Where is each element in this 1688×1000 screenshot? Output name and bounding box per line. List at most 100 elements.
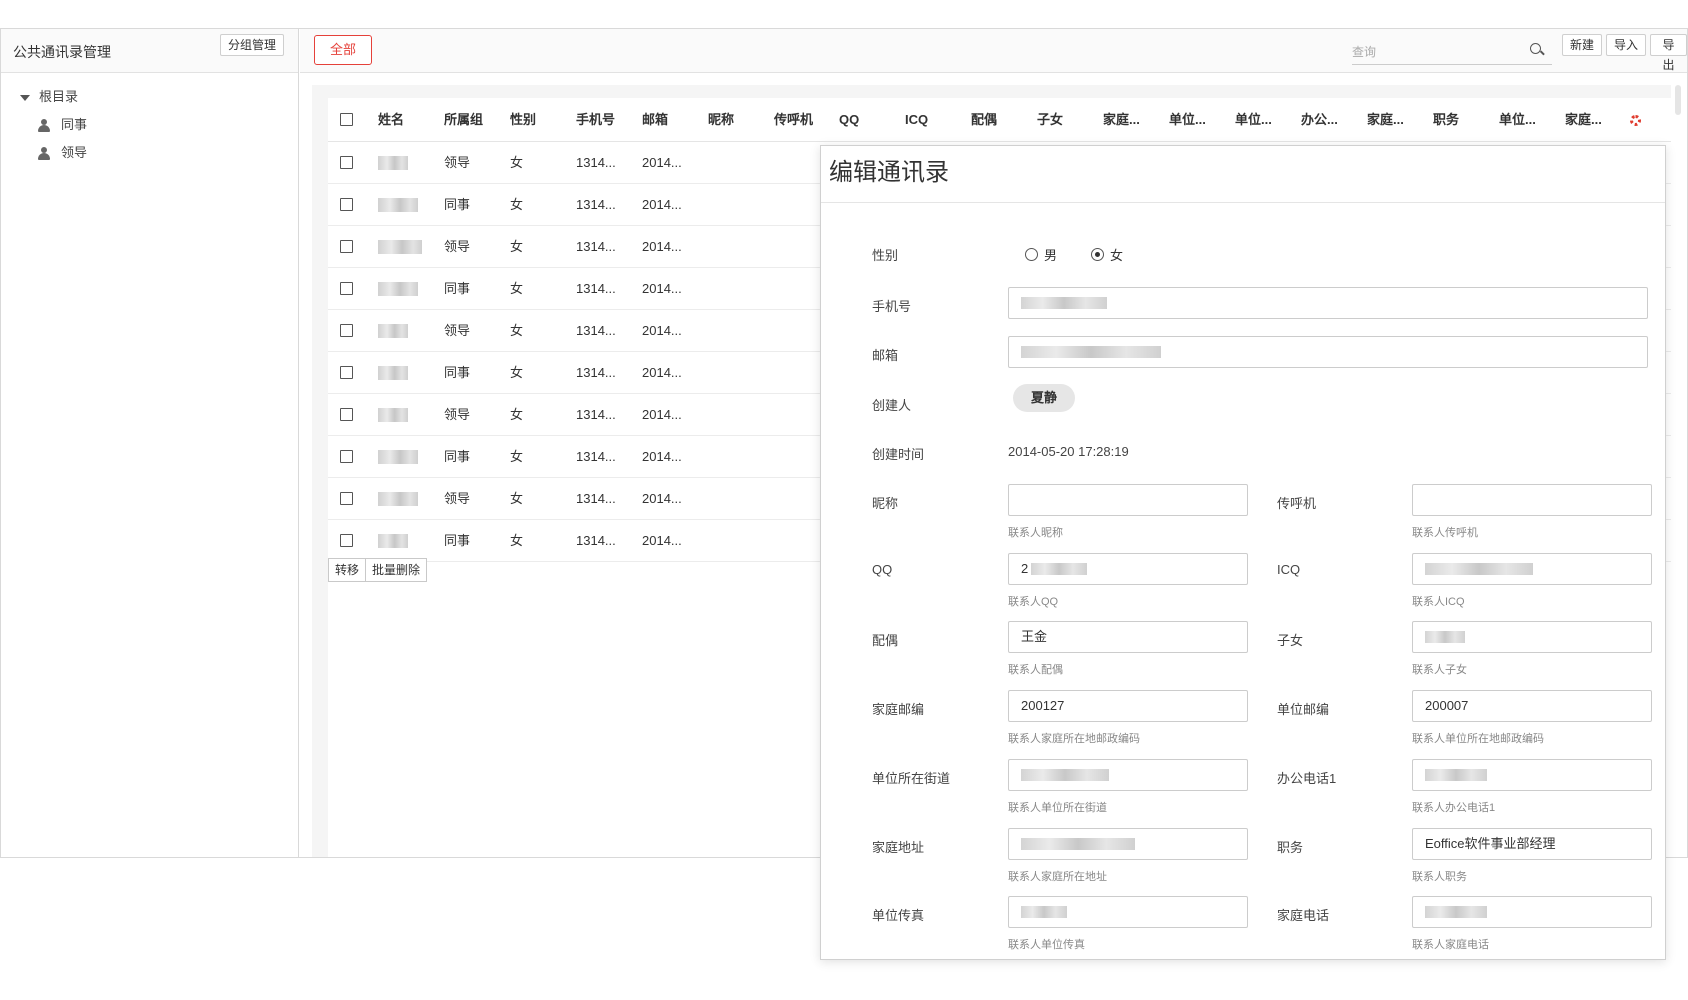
tree-item-label: 领导 — [61, 145, 88, 160]
qq-hint: 联系人QQ — [1008, 596, 1059, 608]
office-phone-field[interactable] — [1412, 759, 1652, 791]
edit-contact-modal: 编辑通讯录 性别 男 女 手机号 邮箱 创建人 夏静 创建时间 2014-05-… — [820, 145, 1666, 960]
email-label: 邮箱 — [872, 348, 899, 363]
tree-item-leader[interactable]: 领导 — [1, 139, 298, 167]
column-header[interactable]: 传呼机 — [774, 98, 813, 142]
column-header[interactable]: ICQ — [905, 98, 928, 142]
row-checkbox[interactable] — [340, 534, 353, 547]
row-checkbox[interactable] — [340, 156, 353, 169]
nickname-hint: 联系人昵称 — [1008, 527, 1063, 539]
gender-cell: 女 — [510, 365, 524, 380]
female-radio[interactable] — [1091, 248, 1104, 261]
new-button[interactable]: 新建 — [1562, 34, 1603, 56]
column-header[interactable]: 手机号 — [576, 98, 615, 142]
scrollbar[interactable] — [1675, 85, 1681, 115]
mobile-cell: 1314... — [576, 281, 616, 296]
group-cell: 领导 — [444, 407, 471, 422]
column-header[interactable]: 子女 — [1037, 98, 1063, 142]
filter-all-button[interactable]: 全部 — [314, 35, 372, 65]
row-checkbox[interactable] — [340, 450, 353, 463]
column-header[interactable]: 家庭... — [1367, 98, 1404, 142]
male-radio[interactable] — [1025, 248, 1038, 261]
row-checkbox[interactable] — [340, 240, 353, 253]
export-button[interactable]: 导出 — [1650, 34, 1687, 72]
import-button[interactable]: 导入 — [1606, 34, 1647, 56]
email-field[interactable] — [1008, 336, 1648, 368]
qq-value-redacted — [1031, 563, 1087, 575]
row-checkbox[interactable] — [340, 198, 353, 211]
user-icon — [38, 119, 50, 132]
search-input[interactable] — [1352, 41, 1522, 63]
icq-value-redacted — [1425, 563, 1533, 575]
modal-title: 编辑通讯录 — [829, 159, 949, 186]
column-header[interactable]: 办公... — [1301, 98, 1338, 142]
bulk-actions: 转移 批量删除 — [328, 558, 428, 582]
row-checkbox[interactable] — [340, 408, 353, 421]
children-field[interactable] — [1412, 621, 1652, 653]
spouse-field[interactable]: 王金 — [1008, 621, 1248, 653]
column-header[interactable]: 性别 — [510, 98, 536, 142]
main-toolbar: 全部 新建 导入 导出 — [300, 29, 1687, 73]
transfer-button[interactable]: 转移 — [328, 558, 367, 582]
mobile-label: 手机号 — [872, 299, 912, 314]
mobile-cell: 1314... — [576, 197, 616, 212]
home-address-field[interactable] — [1008, 828, 1248, 860]
pager-hint: 联系人传呼机 — [1412, 527, 1478, 539]
column-header[interactable]: 邮箱 — [642, 98, 668, 142]
gender-male-option[interactable]: 男 — [1025, 245, 1075, 265]
children-value-redacted — [1425, 631, 1465, 643]
icq-field[interactable] — [1412, 553, 1652, 585]
column-header[interactable]: 单位... — [1235, 98, 1272, 142]
row-checkbox[interactable] — [340, 282, 353, 295]
column-header[interactable]: 职务 — [1433, 98, 1459, 142]
name-cell-redacted — [378, 156, 408, 170]
column-header[interactable]: 单位... — [1169, 98, 1206, 142]
name-cell-redacted — [378, 198, 418, 212]
home-zip-field[interactable]: 200127 — [1008, 690, 1248, 722]
tree-item-colleague[interactable]: 同事 — [1, 111, 298, 139]
gender-cell: 女 — [510, 155, 524, 170]
work-fax-field[interactable] — [1008, 896, 1248, 928]
column-settings-gear-icon[interactable] — [1630, 115, 1641, 126]
group-cell: 领导 — [444, 239, 471, 254]
column-header[interactable]: QQ — [839, 98, 859, 142]
home-phone-field[interactable] — [1412, 896, 1652, 928]
column-header[interactable]: 配偶 — [971, 98, 997, 142]
position-field[interactable]: Eoffice软件事业部经理 — [1412, 828, 1652, 860]
row-checkbox[interactable] — [340, 324, 353, 337]
pager-field[interactable] — [1412, 484, 1652, 516]
modal-header: 编辑通讯录 — [821, 146, 1665, 203]
icq-label: ICQ — [1277, 562, 1301, 577]
column-header[interactable]: 家庭... — [1103, 98, 1140, 142]
column-header[interactable]: 家庭... — [1565, 98, 1602, 142]
tree-root[interactable]: 根目录 — [1, 83, 298, 111]
work-zip-field[interactable]: 200007 — [1412, 690, 1652, 722]
select-all-checkbox[interactable] — [340, 113, 353, 126]
mobile-cell: 1314... — [576, 155, 616, 170]
search-icon[interactable] — [1530, 43, 1545, 57]
column-header[interactable]: 单位... — [1499, 98, 1536, 142]
bulk-delete-button[interactable]: 批量删除 — [366, 558, 428, 582]
work-street-field[interactable] — [1008, 759, 1248, 791]
office-phone-label: 办公电话1 — [1277, 771, 1337, 786]
column-header[interactable]: 昵称 — [708, 98, 734, 142]
column-header[interactable]: 所属组 — [444, 98, 483, 142]
work-fax-label: 单位传真 — [872, 908, 925, 923]
email-cell: 2014... — [642, 323, 682, 338]
gender-cell: 女 — [510, 533, 524, 548]
row-checkbox[interactable] — [340, 366, 353, 379]
group-manage-button[interactable]: 分组管理 — [220, 34, 285, 56]
spouse-label: 配偶 — [872, 633, 899, 648]
gender-female-option[interactable]: 女 — [1091, 245, 1141, 265]
column-header[interactable]: 姓名 — [378, 98, 404, 142]
row-checkbox[interactable] — [340, 492, 353, 505]
gender-cell: 女 — [510, 449, 524, 464]
sidebar-title: 公共通讯录管理 — [13, 44, 111, 60]
caret-down-icon[interactable] — [20, 95, 30, 101]
nickname-field[interactable] — [1008, 484, 1248, 516]
qq-field[interactable]: 2 — [1008, 553, 1248, 585]
tree-item-label: 同事 — [61, 117, 88, 132]
user-icon — [38, 147, 50, 160]
email-cell: 2014... — [642, 407, 682, 422]
mobile-field[interactable] — [1008, 287, 1648, 319]
